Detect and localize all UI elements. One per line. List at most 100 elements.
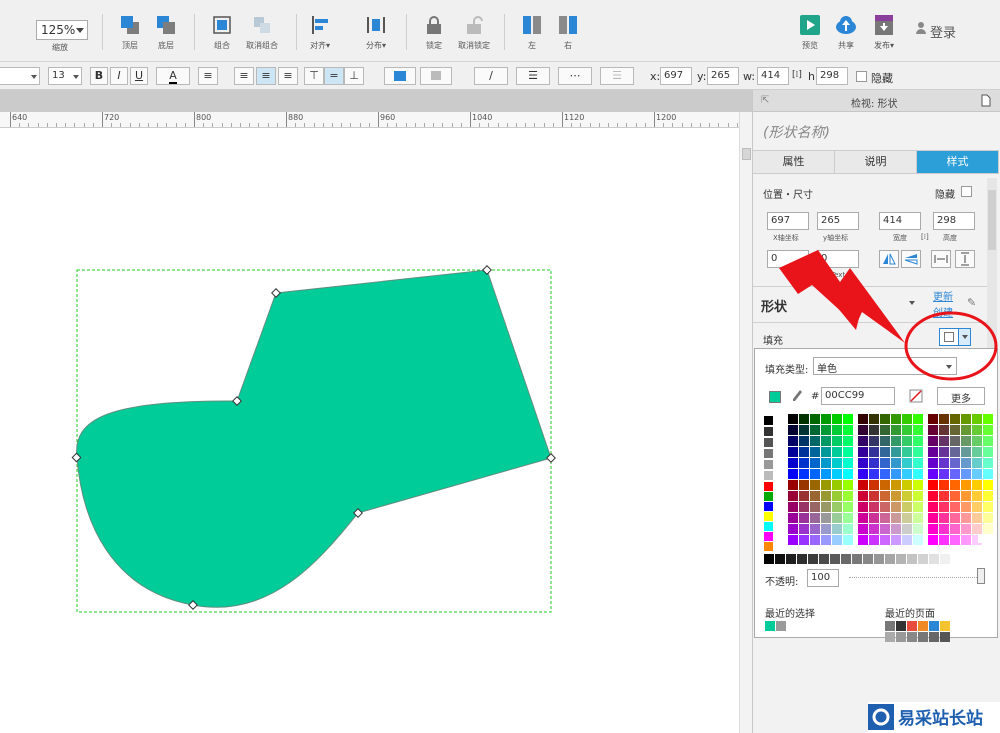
bullet-list-button[interactable]: ≡ xyxy=(198,67,218,85)
color-swatch[interactable] xyxy=(843,436,853,446)
color-swatch[interactable] xyxy=(821,513,831,523)
tab-properties[interactable]: 属性 xyxy=(753,151,835,173)
color-swatch[interactable] xyxy=(961,535,971,545)
tab-notes[interactable]: 说明 xyxy=(835,151,917,173)
color-swatch[interactable] xyxy=(891,535,901,545)
basic-color-swatch[interactable] xyxy=(764,502,773,511)
color-swatch[interactable] xyxy=(788,491,798,501)
link-ratio-icon[interactable]: [⁞] xyxy=(792,70,802,80)
color-swatch[interactable] xyxy=(983,502,993,512)
color-swatch[interactable] xyxy=(939,513,949,523)
color-swatch[interactable] xyxy=(880,425,890,435)
valign-bottom-button[interactable]: ⊥ xyxy=(344,67,364,85)
color-swatch[interactable] xyxy=(799,480,809,490)
color-swatch[interactable] xyxy=(902,469,912,479)
document-icon[interactable] xyxy=(981,94,991,107)
grayscale-swatch[interactable] xyxy=(863,554,873,564)
color-swatch[interactable] xyxy=(961,524,971,534)
font-size-select[interactable]: 13 xyxy=(48,67,82,85)
font-color-button[interactable]: A xyxy=(156,67,190,85)
color-swatch[interactable] xyxy=(983,469,993,479)
hide-checkbox[interactable] xyxy=(961,186,972,197)
gray-swatch[interactable] xyxy=(764,438,773,447)
align-text-left-button[interactable]: ≡ xyxy=(234,67,254,85)
color-swatch[interactable] xyxy=(961,414,971,424)
color-swatch[interactable] xyxy=(799,469,809,479)
color-swatch[interactable] xyxy=(810,436,820,446)
panel-scrollbar[interactable] xyxy=(987,178,997,358)
gray-swatch[interactable] xyxy=(764,427,773,436)
color-swatch[interactable] xyxy=(928,480,938,490)
color-swatch[interactable] xyxy=(983,436,993,446)
chevron-down-icon[interactable] xyxy=(909,301,915,305)
gray-swatch[interactable] xyxy=(764,471,773,480)
grayscale-swatch[interactable] xyxy=(929,554,939,564)
basic-color-swatch[interactable] xyxy=(764,522,773,531)
color-swatch[interactable] xyxy=(832,491,842,501)
color-swatch[interactable] xyxy=(788,535,798,545)
color-swatch[interactable] xyxy=(880,469,890,479)
y-field[interactable]: 265 xyxy=(817,212,859,230)
color-swatch[interactable] xyxy=(950,524,960,534)
color-swatch[interactable] xyxy=(821,502,831,512)
color-swatch[interactable] xyxy=(810,447,820,457)
color-swatch[interactable] xyxy=(972,414,982,424)
color-swatch[interactable] xyxy=(891,480,901,490)
expand-icon[interactable]: ⇱ xyxy=(761,95,769,106)
color-swatch[interactable] xyxy=(832,414,842,424)
login-link[interactable]: 登录 xyxy=(930,22,956,41)
color-swatch[interactable] xyxy=(858,458,868,468)
color-swatch[interactable] xyxy=(939,458,949,468)
bold-button[interactable]: B xyxy=(90,67,108,85)
distribute-button[interactable]: 分布▾ xyxy=(354,14,398,58)
align-text-center-button[interactable]: ≡ xyxy=(256,67,276,85)
link-ratio-icon[interactable]: [⁞] xyxy=(921,233,929,241)
color-swatch[interactable] xyxy=(858,502,868,512)
color-swatch[interactable] xyxy=(788,469,798,479)
ungroup-button[interactable]: 取消组合 xyxy=(240,14,284,58)
color-swatch[interactable] xyxy=(858,469,868,479)
recent-page-swatch[interactable] xyxy=(918,621,928,631)
no-fill-icon[interactable] xyxy=(909,389,923,403)
color-swatch[interactable] xyxy=(858,480,868,490)
color-swatch[interactable] xyxy=(939,502,949,512)
recent-page-swatch[interactable] xyxy=(940,621,950,631)
color-swatch[interactable] xyxy=(880,491,890,501)
color-swatch[interactable] xyxy=(913,513,923,523)
color-swatch[interactable] xyxy=(913,480,923,490)
update-style-link[interactable]: 更新 xyxy=(933,288,953,303)
basic-color-swatch[interactable] xyxy=(764,492,773,501)
width-field[interactable]: 414 xyxy=(879,212,921,230)
create-style-link[interactable]: 创建 xyxy=(933,304,953,319)
grayscale-swatch[interactable] xyxy=(918,554,928,564)
basic-color-swatch[interactable] xyxy=(764,512,773,521)
grayscale-swatch[interactable] xyxy=(852,554,862,564)
w-input[interactable]: 414 xyxy=(757,67,789,85)
color-swatch[interactable] xyxy=(972,524,982,534)
color-swatch[interactable] xyxy=(843,414,853,424)
color-swatch[interactable] xyxy=(869,447,879,457)
color-swatch[interactable] xyxy=(810,491,820,501)
color-swatch[interactable] xyxy=(891,458,901,468)
color-swatch[interactable] xyxy=(880,513,890,523)
color-swatch[interactable] xyxy=(913,414,923,424)
color-swatch[interactable] xyxy=(902,502,912,512)
color-swatch[interactable] xyxy=(869,425,879,435)
group-button[interactable]: 组合 xyxy=(200,14,244,58)
custom-swatch[interactable] xyxy=(978,554,987,563)
color-swatch[interactable] xyxy=(972,425,982,435)
lock-button[interactable]: 锁定 xyxy=(412,14,456,58)
color-swatch[interactable] xyxy=(843,535,853,545)
color-swatch[interactable] xyxy=(902,535,912,545)
zoom-select[interactable]: 125% xyxy=(36,20,88,40)
color-swatch[interactable] xyxy=(950,491,960,501)
recent-page-swatch[interactable] xyxy=(896,632,906,642)
color-swatch[interactable] xyxy=(858,491,868,501)
color-swatch[interactable] xyxy=(928,513,938,523)
flip-vertical-button[interactable] xyxy=(901,250,921,268)
color-swatch[interactable] xyxy=(880,535,890,545)
color-swatch[interactable] xyxy=(972,458,982,468)
color-swatch[interactable] xyxy=(983,524,993,534)
color-swatch[interactable] xyxy=(961,480,971,490)
color-swatch[interactable] xyxy=(913,425,923,435)
